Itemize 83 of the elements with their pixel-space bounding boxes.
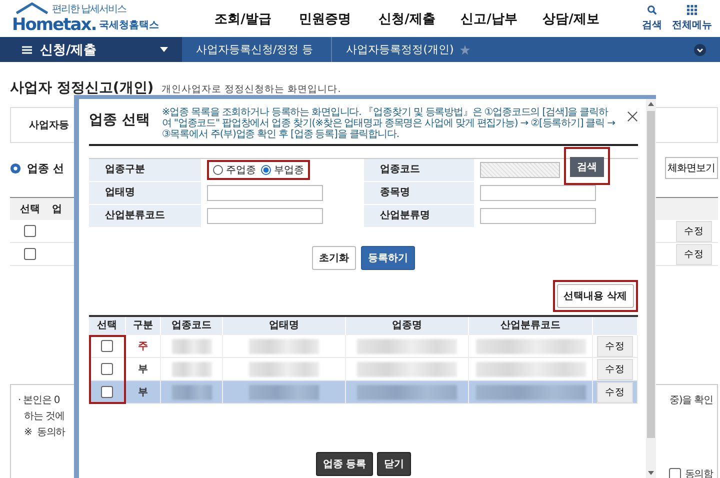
input-field[interactable] (207, 208, 323, 224)
edit-button[interactable]: 수정 (676, 244, 712, 264)
checkbox[interactable] (101, 386, 113, 398)
column-header: 선택 (20, 203, 40, 216)
edit-button[interactable]: 수정 (597, 382, 633, 402)
register-button[interactable]: 등록하기 (361, 246, 415, 270)
checkbox[interactable] (24, 248, 36, 260)
scroll-up-icon[interactable] (648, 102, 654, 106)
main-menu-item[interactable]: 신청/제출 (366, 10, 448, 28)
page-subtitle: 개인사업자로 정정신청하는 화면입니다. (162, 83, 341, 96)
notice-text: 중)을 확인 (670, 394, 713, 407)
edit-button[interactable]: 수정 (597, 336, 633, 356)
fullscreen-button[interactable]: 체화면보기 (664, 157, 718, 179)
input-field[interactable] (480, 185, 596, 201)
star-icon[interactable] (460, 44, 470, 54)
page-title: 사업자 정정신고(개인) (10, 79, 154, 97)
code-input-field[interactable] (480, 162, 560, 178)
reset-button[interactable]: 초기화 (312, 246, 356, 270)
column-header: 업종명 (346, 317, 469, 335)
edit-button[interactable]: 수정 (676, 220, 712, 242)
chevron-down-icon[interactable] (694, 44, 706, 56)
blurred-text (172, 362, 212, 376)
grid-menu-icon (687, 5, 697, 15)
main-menu-item[interactable]: 조회/발급 (202, 10, 284, 28)
column-header: 선택 (89, 317, 126, 335)
blurred-text (249, 362, 319, 376)
notice-text: ※ 동의하 (23, 426, 66, 439)
house-roof-icon (14, 2, 50, 14)
footer-button[interactable]: 업종 등록 (316, 452, 374, 476)
scrollbar[interactable] (646, 99, 656, 478)
notice-text: 하는 것에 (23, 410, 66, 423)
checkbox[interactable] (101, 340, 113, 352)
header-tool-button[interactable]: 검색 (642, 5, 662, 32)
column-header: 구분 (126, 317, 161, 335)
main-menu-item[interactable]: 신고/납부 (448, 10, 530, 28)
scroll-down-icon[interactable] (648, 471, 654, 475)
section-title: 업종 선 (27, 160, 64, 176)
radio-option[interactable]: 주업종 (213, 163, 256, 177)
field-label: 업종코드 (364, 159, 474, 182)
logo[interactable]: Hometax. (12, 15, 96, 35)
delete-selected-button[interactable]: 선택내용 삭제 (556, 284, 634, 308)
checkbox[interactable] (24, 225, 36, 237)
breadcrumb-link[interactable]: 사업자등록신청/정정 등 (182, 37, 332, 62)
main-menu-item[interactable]: 민원증명 (284, 10, 366, 28)
dialog-title: 업종 선택 (89, 111, 150, 129)
close-icon[interactable] (627, 111, 638, 122)
blurred-text (172, 338, 212, 354)
blurred-text (172, 384, 212, 400)
dropdown-caret-icon (160, 47, 168, 52)
blurred-text (249, 338, 319, 354)
column-header: 업태명 (223, 317, 346, 335)
radio-option[interactable]: 부업종 (261, 163, 304, 177)
checkbox[interactable] (101, 363, 113, 375)
header-tool-button[interactable]: 전체메뉴 (672, 5, 712, 32)
bullet-icon (10, 162, 21, 174)
instruction-text: ※업종 목록을 조회하거나 등록하는 화면입니다. 『업종찾기 및 등록방법』은 ①업종코드의 [검색]을 클릭하여 "업종코드" 팝업창에서 업종 찾기(※찾은 업태명과 종목명은 사업에 맞게 편집가능) → ②[등록하기] 클릭 → ③목록에서 주(부)업종 확인 후 [업종 등록]을 클릭합니다. (162, 107, 615, 140)
edit-button[interactable]: 수정 (597, 358, 633, 380)
field-label: 산업분류명 (364, 205, 474, 228)
column-header: 업종코드 (161, 317, 223, 335)
table-cell-text: 주 (138, 340, 148, 353)
input-field[interactable] (207, 185, 323, 201)
breadcrumb-link[interactable]: 사업자등록정정(개인) (332, 37, 460, 62)
tab[interactable]: 사업자등 (29, 118, 69, 132)
section-menu-button[interactable]: 신청/제출 (0, 37, 182, 62)
table-cell-text: 부 (138, 386, 148, 399)
field-label: 산업분류코드 (89, 205, 201, 228)
notice-text: · 본인은 0 (18, 394, 60, 407)
search-button[interactable]: 검색 (570, 157, 604, 177)
table-cell-text: 부 (138, 363, 148, 376)
blurred-text (249, 384, 319, 400)
column-header: 산업분류코드 (469, 317, 593, 335)
input-field[interactable] (480, 208, 596, 224)
column-header: 업 (52, 203, 62, 216)
footer-button[interactable]: 닫기 (377, 452, 412, 476)
field-label: 업태명 (89, 182, 201, 205)
menu-icon (22, 46, 32, 54)
logo-tagline: 편리한 납세서비스 (52, 4, 128, 15)
main-menu-item[interactable]: 상담/제보 (530, 10, 612, 28)
field-label: 종목명 (364, 182, 474, 205)
search-icon (647, 5, 657, 15)
field-label: 업종구분 (89, 159, 201, 182)
checkbox[interactable] (668, 468, 681, 478)
logo-subtitle: 국세청홈택스 (99, 19, 160, 32)
